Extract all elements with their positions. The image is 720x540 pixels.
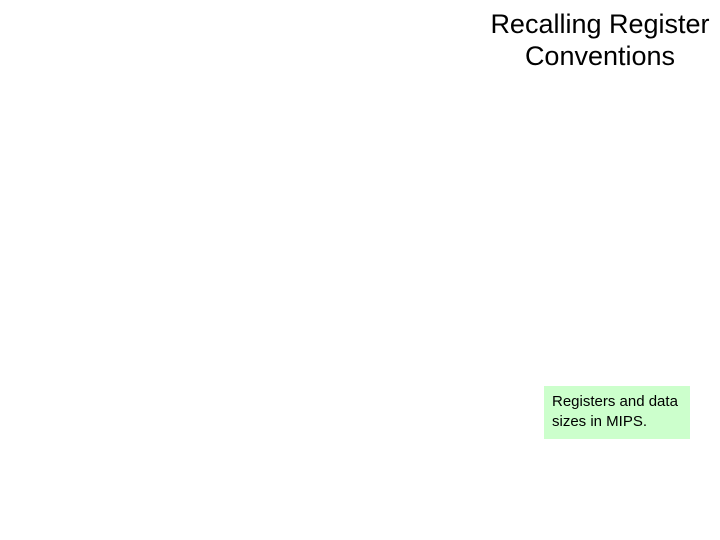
slide: Recalling Register Conventions Registers… [0,0,720,540]
caption-box: Registers and data sizes in MIPS. [544,386,690,439]
slide-title: Recalling Register Conventions [490,8,710,73]
